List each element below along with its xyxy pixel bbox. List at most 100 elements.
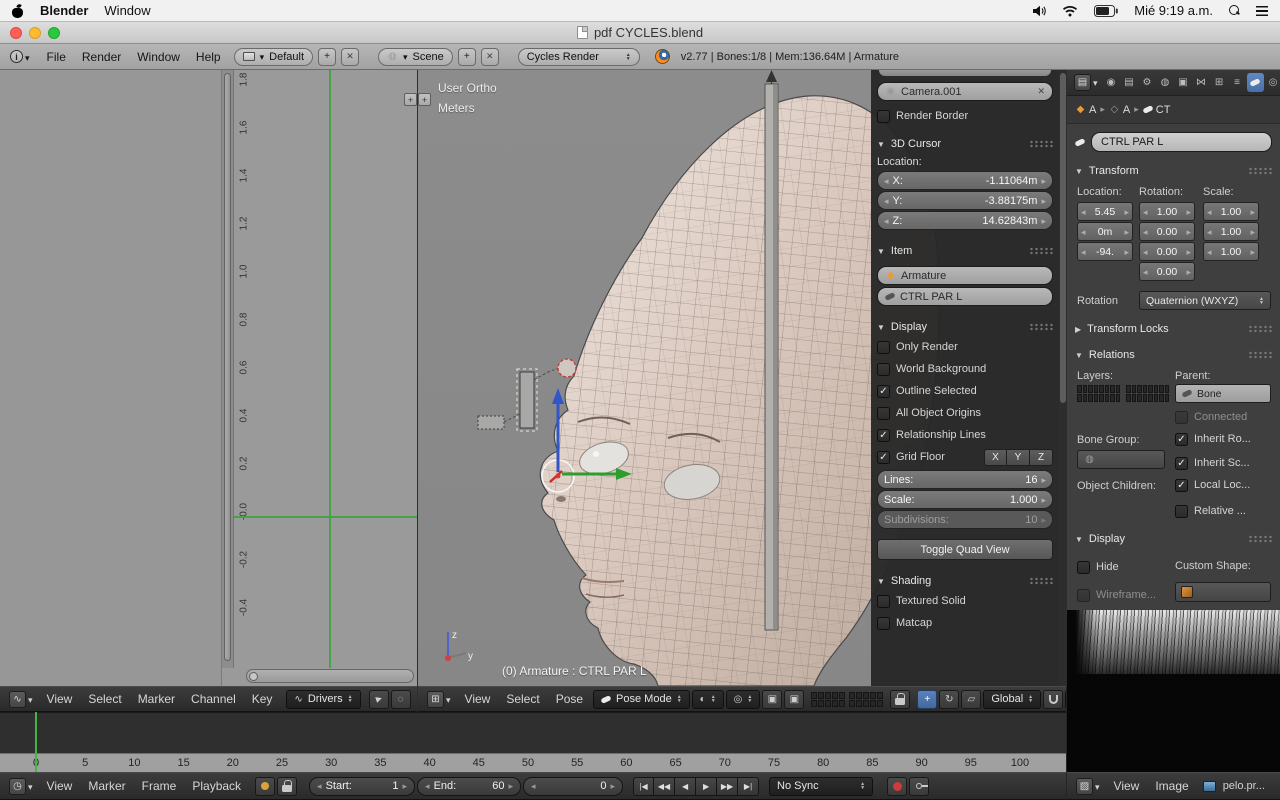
toggle-quad-view-button[interactable]: Toggle Quad View — [877, 539, 1053, 560]
stepper-right-icon[interactable] — [1250, 206, 1255, 218]
playback-button[interactable]: ▶ — [696, 777, 717, 796]
delete-layout-button[interactable] — [341, 48, 359, 66]
image-menu[interactable]: View — [1106, 779, 1148, 793]
paste-pose-icon[interactable]: ▣ — [784, 690, 804, 709]
checkbox[interactable] — [877, 595, 890, 608]
record-button[interactable] — [887, 777, 907, 796]
grid-floor-option[interactable]: Grid Floor XYZ — [877, 446, 1053, 468]
layer-toggle[interactable] — [1077, 394, 1082, 402]
stepper-right-icon[interactable] — [1041, 474, 1046, 486]
transform-field[interactable]: 0m — [1077, 222, 1133, 241]
panel-open-icon[interactable] — [1075, 533, 1083, 545]
layer-toggle[interactable] — [811, 692, 817, 699]
checkbox[interactable] — [877, 451, 890, 464]
keying-set-icon[interactable] — [909, 777, 929, 796]
stepper-right-icon[interactable] — [509, 780, 514, 792]
manipulator-translate-button[interactable]: + — [917, 690, 937, 709]
checkbox[interactable] — [1175, 505, 1188, 518]
active-bone-field[interactable]: CTRL PAR L — [877, 287, 1053, 306]
display-option[interactable]: Relationship Lines — [877, 424, 1053, 446]
layer-toggle[interactable] — [1148, 394, 1153, 402]
checkbox[interactable] — [1175, 433, 1188, 446]
manipulator-scale-button[interactable]: ▱ — [961, 690, 981, 709]
image-menu[interactable]: Image — [1147, 779, 1196, 793]
unlink-icon[interactable] — [1037, 86, 1045, 97]
layer-toggle[interactable] — [856, 692, 862, 699]
manipulator-rotate-button[interactable]: ↻ — [939, 690, 959, 709]
checkbox[interactable] — [877, 110, 890, 123]
add-layout-button[interactable] — [318, 48, 336, 66]
panel-grip-icon[interactable] — [1248, 325, 1272, 333]
transform-panel-header[interactable]: Transform — [1075, 162, 1272, 180]
scrollbar-zoom-handle[interactable] — [249, 672, 258, 681]
panel-open-icon[interactable] — [877, 138, 885, 150]
layer-toggle[interactable] — [825, 692, 831, 699]
tab-render[interactable]: ◉ — [1103, 73, 1120, 92]
layer-toggle[interactable] — [1116, 394, 1121, 402]
checkbox[interactable] — [877, 385, 890, 398]
graph-mode-select[interactable]: ∿Drivers — [286, 690, 360, 709]
graph-channel-region[interactable] — [0, 70, 222, 686]
panel-open-icon[interactable] — [877, 575, 885, 587]
graph-menu[interactable]: Select — [80, 692, 129, 706]
lock-camera-object-field[interactable]: ◉ Camera.001 — [877, 82, 1053, 101]
inherit-scale-option[interactable]: Inherit Sc... — [1175, 452, 1250, 474]
graph-menu[interactable]: View — [39, 692, 81, 706]
mode-select[interactable]: Pose Mode — [593, 690, 690, 709]
snap-magnet-icon[interactable] — [1043, 690, 1063, 709]
menubar-item[interactable]: Window — [104, 3, 150, 18]
image-editor-canvas[interactable] — [1067, 610, 1280, 772]
layer-toggle[interactable] — [1099, 385, 1104, 393]
panel-open-icon[interactable] — [1075, 165, 1083, 177]
stepper-right-icon[interactable] — [1124, 206, 1129, 218]
stepper-left-icon[interactable] — [425, 780, 430, 792]
region-split-button[interactable]: + — [404, 93, 417, 106]
info-menu[interactable]: Help — [188, 50, 229, 64]
layer-toggle[interactable] — [832, 692, 838, 699]
stepper-right-icon[interactable] — [1124, 226, 1129, 238]
bone-name-field[interactable]: CTRL PAR L — [1091, 132, 1272, 152]
display-option[interactable]: Outline Selected — [877, 380, 1053, 402]
zoom-window-button[interactable] — [48, 27, 60, 39]
info-menu[interactable]: File — [39, 50, 74, 64]
layer-toggle[interactable] — [849, 700, 855, 707]
image-editor-type-button[interactable]: ▨ — [1072, 777, 1104, 796]
stepper-right-icon[interactable] — [1250, 246, 1255, 258]
graph-menu[interactable]: Channel — [183, 692, 244, 706]
end-frame-field[interactable]: End: 60 — [417, 777, 521, 796]
tab-constraints[interactable]: ⋈ — [1193, 73, 1210, 92]
orientation-select[interactable]: Global — [983, 690, 1041, 709]
layer-toggle[interactable] — [1083, 394, 1088, 402]
stepper-left-icon[interactable] — [531, 780, 536, 792]
layer-toggle[interactable] — [1137, 385, 1142, 393]
layer-toggle[interactable] — [1154, 394, 1159, 402]
inherit-rotation-option[interactable]: Inherit Ro... — [1175, 428, 1251, 450]
panel-grip-icon[interactable] — [1029, 247, 1053, 255]
start-frame-field[interactable]: Start: 1 — [309, 777, 415, 796]
image-name[interactable]: pelo.pr... — [1218, 780, 1270, 792]
panel-grip-icon[interactable] — [1029, 577, 1053, 585]
display-slider[interactable]: Lines:16 — [877, 470, 1053, 489]
shading-panel-header[interactable]: Shading — [877, 572, 1053, 590]
panel-open-icon[interactable] — [877, 321, 885, 333]
layer-toggle[interactable] — [1088, 394, 1093, 402]
shading-option[interactable]: Matcap — [877, 612, 1053, 634]
relative-parenting-option[interactable]: Relative ... — [1175, 500, 1246, 522]
playback-button[interactable]: ◀ — [675, 777, 696, 796]
playback-button[interactable]: ▶| — [738, 777, 759, 796]
scrollbar-handle[interactable] — [224, 73, 231, 661]
layer-toggle[interactable] — [839, 692, 845, 699]
panel-grip-icon[interactable] — [1029, 323, 1053, 331]
layer-toggle[interactable] — [870, 692, 876, 699]
current-frame-indicator[interactable] — [35, 712, 37, 772]
info-menu[interactable]: Window — [129, 50, 188, 64]
layer-toggle[interactable] — [1132, 385, 1137, 393]
stepper-right-icon[interactable] — [1186, 226, 1191, 238]
timeline-menu[interactable]: View — [39, 779, 81, 793]
add-scene-button[interactable] — [458, 48, 476, 66]
checkbox[interactable] — [877, 429, 890, 442]
breadcrumb-item[interactable]: ◇A — [1109, 104, 1130, 116]
grid-axis-y-button[interactable]: Y — [1007, 449, 1030, 466]
display-option[interactable]: Only Render — [877, 336, 1053, 358]
tab-data[interactable]: ≡ — [1229, 73, 1246, 92]
